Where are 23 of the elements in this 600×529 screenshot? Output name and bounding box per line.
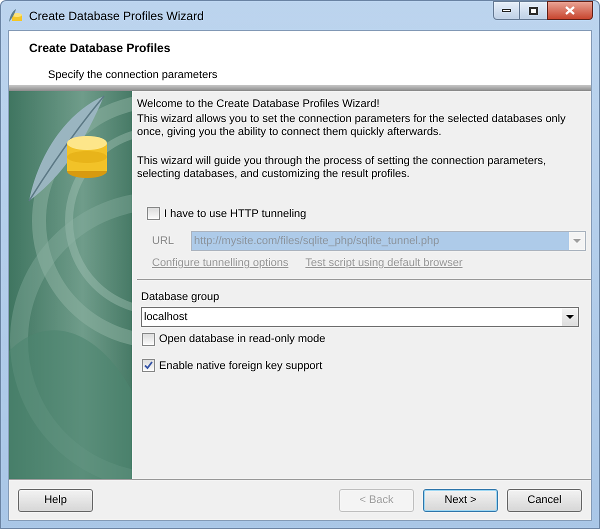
maximize-button[interactable] bbox=[520, 1, 547, 20]
url-label: URL bbox=[152, 234, 174, 249]
wizard-button[interactable]: Next > bbox=[423, 488, 498, 512]
window-title: Create Database Profiles Wizard bbox=[29, 8, 204, 24]
checkmark-icon bbox=[144, 361, 153, 370]
intro-text: This wizard allows you to set the connection parameters for the selected databases only once, giving you the ability to connect them quickly afterwards. bbox=[137, 112, 567, 138]
database-group-dropdown[interactable]: localhost bbox=[141, 307, 579, 327]
welcome-heading: Welcome to the Create Database Profiles Wizard! bbox=[137, 97, 381, 112]
checkbox[interactable] bbox=[142, 359, 155, 372]
feather-database-icon bbox=[7, 8, 23, 24]
wizard-button[interactable]: Cancel bbox=[507, 488, 582, 512]
header-subtitle: Specify the connection parameters bbox=[48, 68, 218, 83]
option-label: Enable native foreign key support bbox=[159, 358, 322, 374]
database-group-label: Database group bbox=[141, 290, 220, 304]
minimize-button[interactable] bbox=[493, 1, 520, 20]
header-title: Create Database Profiles bbox=[29, 40, 172, 57]
tunneling-label: I have to use HTTP tunneling bbox=[164, 206, 306, 222]
option-label: Open database in read-only mode bbox=[159, 332, 326, 347]
wizard-button[interactable]: Help bbox=[18, 488, 93, 512]
checkbox[interactable] bbox=[142, 332, 155, 346]
close-button[interactable] bbox=[547, 1, 593, 20]
close-icon bbox=[565, 6, 575, 15]
guide-text: This wizard will guide you through the process of setting the connection parameters, selecting databases, and customizing the result profiles. bbox=[137, 154, 548, 180]
